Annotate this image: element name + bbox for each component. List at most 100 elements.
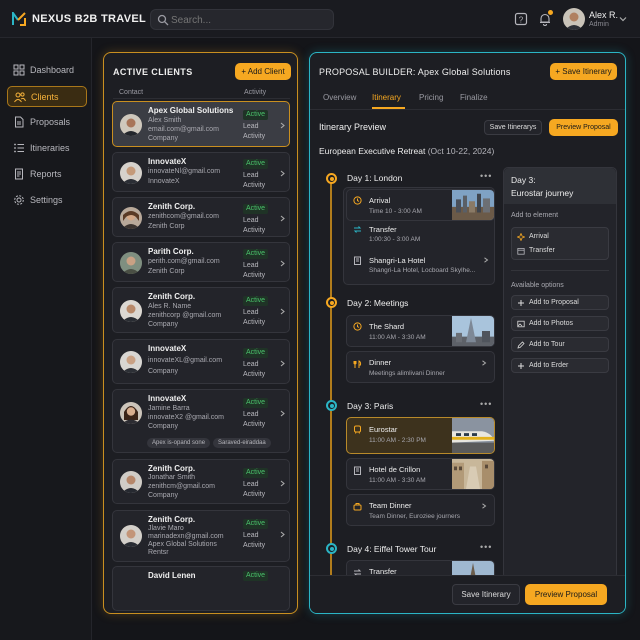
side-panel-day: Day 3:: [511, 175, 536, 185]
chevron-right-icon[interactable]: [483, 257, 489, 263]
more-options-icon[interactable]: •••: [480, 171, 492, 181]
element-side-panel: Day 3: Eurostar journey Add to element A…: [503, 167, 617, 579]
client-name: Zenith Corp.: [148, 515, 196, 524]
client-name: Parith Corp.: [148, 247, 194, 256]
hotel-icon: [353, 256, 362, 265]
status-badge: Active: [243, 249, 269, 259]
client-card[interactable]: Apex Global Solutions Alex Smith email.c…: [112, 101, 290, 147]
activity-location: Shangri-La Hotel, Locboard Skylhe...: [369, 267, 476, 274]
sparkle-icon: [517, 233, 525, 241]
divider: [113, 98, 290, 99]
nexus-logo-icon: [12, 12, 26, 26]
client-card[interactable]: Zenith Corp. Ales R. Name zenithcorp @gm…: [112, 287, 290, 333]
lead-label: Lead: [243, 481, 259, 488]
activity-name[interactable]: Shangri-La Hotel: [369, 256, 425, 265]
activity-label: Activity: [243, 272, 266, 279]
activity-name: Team Dinner: [369, 501, 412, 510]
help-icon[interactable]: ?: [514, 12, 528, 26]
sidebar-item-reports[interactable]: Reports: [7, 164, 87, 185]
day-title: Day 2: Meetings: [347, 298, 409, 308]
sidebar-item-dashboard[interactable]: Dashboard: [7, 60, 87, 81]
client-card[interactable]: InnovateX Jamine Barra innovateX2 @gmail…: [112, 389, 290, 453]
tab-pricing[interactable]: Pricing: [419, 93, 443, 102]
status-badge: Active: [243, 348, 269, 358]
element-label: Transfer: [529, 247, 555, 254]
preview-proposal-footer-button[interactable]: Preview Proposal: [525, 584, 607, 605]
search-icon: [157, 14, 169, 26]
trip-name: European Executive Retreat: [319, 146, 426, 156]
sidebar: Dashboard Clients Proposals Itineraries …: [0, 38, 92, 640]
client-card[interactable]: InnovateX innovateXL@gmail.com Company A…: [112, 339, 290, 384]
lead-label: Lead: [243, 532, 259, 539]
builder-footer: Save Itinerary Preview Proposal: [310, 575, 625, 613]
chevron-right-icon: [482, 503, 487, 509]
tab-finalize[interactable]: Finalize: [460, 93, 488, 102]
save-itinerary-button[interactable]: + Save Itinerary: [550, 63, 617, 80]
preview-proposal-button[interactable]: Preview Proposal: [549, 119, 618, 136]
paris-street-image: [452, 459, 494, 489]
save-itinerary-footer-button[interactable]: Save Itinerary: [452, 584, 520, 605]
client-name: Zenith Corp.: [148, 292, 196, 301]
activity-item[interactable]: Team Dinner Team Dinner, Euroziee journe…: [346, 494, 495, 526]
clock-icon: [353, 322, 362, 331]
client-card[interactable]: Zenith Corp. Jlavie Maro marinadexn@gmai…: [112, 510, 290, 562]
add-client-button[interactable]: + Add Client: [235, 63, 291, 80]
transfer-icon: [353, 225, 362, 234]
column-header-activity: Activity: [244, 89, 267, 96]
add-to-order-button[interactable]: Add to Erder: [511, 358, 609, 373]
client-contact: Alex Smith: [148, 117, 182, 124]
client-card[interactable]: Zenith Corp. Jonathar Smith zenithcm@gma…: [112, 459, 290, 504]
sidebar-item-label: Proposals: [30, 117, 71, 127]
activity-time: 11:00 AM - 3:30 AM: [369, 477, 426, 484]
sidebar-item-proposals[interactable]: Proposals: [7, 112, 87, 133]
divider: [511, 270, 609, 271]
client-company: Company: [148, 423, 178, 430]
user-avatar[interactable]: [563, 8, 585, 30]
chevron-right-icon: [280, 308, 285, 315]
search-input[interactable]: [171, 12, 329, 28]
activity-name: Dinner: [369, 358, 392, 367]
day-title: Day 1: London: [347, 173, 403, 183]
avatar: [120, 114, 142, 136]
client-email: innovateXL@gmail.com: [148, 357, 223, 364]
avatar: [120, 351, 142, 373]
activity-name[interactable]: Transfer: [369, 225, 397, 234]
activity-name: The Shard: [369, 322, 405, 331]
option-label: Add to Photos: [529, 320, 573, 327]
client-card[interactable]: Zenith Corp. zenithcom@gmail.com Zenith …: [112, 197, 290, 237]
activity-time: 1:00:30 - 3:00 AM: [369, 236, 421, 243]
activity-item[interactable]: Dinner Meetings alimlivani Dinner: [346, 351, 495, 383]
client-card[interactable]: David Lenen Active: [112, 566, 290, 611]
activity-time: 11:00 AM - 3:30 AM: [369, 334, 426, 341]
more-options-icon[interactable]: •••: [480, 399, 492, 409]
status-badge: Active: [243, 296, 269, 306]
image-icon: [517, 320, 525, 328]
search-box[interactable]: [150, 9, 334, 30]
tab-overview[interactable]: Overview: [323, 93, 356, 102]
add-to-photos-button[interactable]: Add to Photos: [511, 316, 609, 331]
chevron-down-icon[interactable]: [619, 15, 627, 23]
activity-item[interactable]: The Shard 11:00 AM - 3:30 AM: [346, 315, 495, 347]
chevron-right-icon: [280, 170, 285, 177]
activity-label: Activity: [243, 421, 266, 428]
sidebar-item-clients[interactable]: Clients: [7, 86, 87, 107]
sidebar-item-itineraries[interactable]: Itineraries: [7, 138, 87, 159]
tab-itinerary[interactable]: Itinerary: [372, 93, 401, 102]
client-card[interactable]: InnovateX innovateNl@gmail.com InnovateX…: [112, 152, 290, 192]
more-options-icon[interactable]: •••: [480, 542, 492, 552]
status-badge: Active: [243, 110, 269, 120]
activity-item[interactable]: Hotel de Crillon 11:00 AM - 3:30 AM: [346, 458, 495, 490]
client-name: David Lenen: [148, 571, 196, 580]
add-to-tour-button[interactable]: Add to Tour: [511, 337, 609, 352]
option-label: Add to Tour: [529, 341, 565, 348]
client-company: Company: [148, 368, 178, 375]
client-card[interactable]: Parith Corp. perith.com@gmail.com Zenith…: [112, 242, 290, 282]
itinerary-preview-title: Itinerary Preview: [319, 122, 387, 132]
save-itineraries-button[interactable]: Save Itinerarys: [484, 120, 542, 135]
add-to-proposal-button[interactable]: Add to Proposal: [511, 295, 609, 310]
activity-item-selected[interactable]: Eurostar 11:00 AM - 2:30 PM: [346, 417, 495, 454]
client-note: Rentsr: [148, 549, 169, 556]
option-label: Add to Erder: [529, 362, 569, 369]
sidebar-item-settings[interactable]: Settings: [7, 190, 87, 211]
activity-item[interactable]: Arrival Time 10 - 3:00 AM: [346, 189, 495, 221]
